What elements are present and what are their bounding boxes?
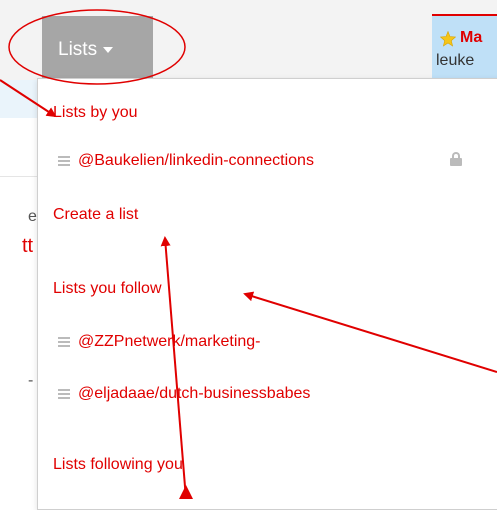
left-text-fragment-2: tt (22, 235, 34, 257)
create-list-link[interactable]: Create a list (53, 206, 138, 224)
list-icon (58, 387, 70, 401)
lists-you-follow-link[interactable]: Lists you follow (53, 280, 162, 298)
lock-icon (450, 152, 462, 166)
followed-list-name: @eljadaae/dutch-businessbabes (78, 385, 311, 402)
left-text-fragment-3: - (28, 372, 34, 389)
lists-following-you-link[interactable]: Lists following you (53, 456, 183, 474)
left-content-column (0, 80, 38, 499)
followed-list-item[interactable]: @eljadaae/dutch-businessbabes (58, 385, 310, 403)
left-text-fragment-1: e (28, 208, 37, 225)
left-content-divider (0, 176, 38, 177)
lists-by-you-link[interactable]: Lists by you (53, 104, 137, 122)
list-icon (58, 335, 70, 349)
list-icon (58, 154, 70, 168)
left-content-band (0, 80, 38, 118)
own-list-item[interactable]: @Baukelien/linkedin-connections (58, 152, 314, 170)
caret-down-icon (103, 46, 114, 53)
followed-list-item[interactable]: @ZZPnetwerk/marketing- (58, 333, 261, 351)
panel-text-fragment: leuke (436, 52, 475, 69)
lists-dropdown-button[interactable]: Lists (42, 16, 153, 78)
own-list-name: @Baukelien/linkedin-connections (78, 152, 314, 169)
lists-button-label: Lists (58, 39, 98, 60)
star-icon (440, 31, 456, 47)
followed-list-name: @ZZPnetwerk/marketing- (78, 333, 261, 350)
panel-title-fragment: Ma (460, 29, 483, 46)
notification-panel (432, 14, 497, 80)
